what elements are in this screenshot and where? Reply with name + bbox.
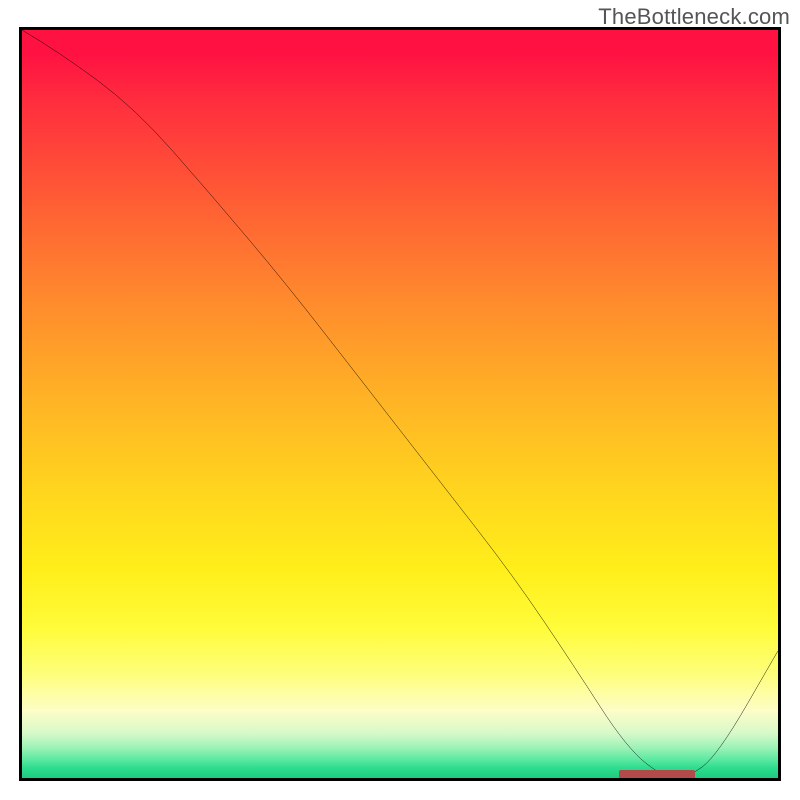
bottleneck-curve (22, 30, 778, 778)
curve-layer (22, 30, 778, 778)
plot-area (19, 27, 781, 781)
chart-stage: TheBottleneck.com (0, 0, 800, 800)
highlight-marker (619, 770, 695, 780)
